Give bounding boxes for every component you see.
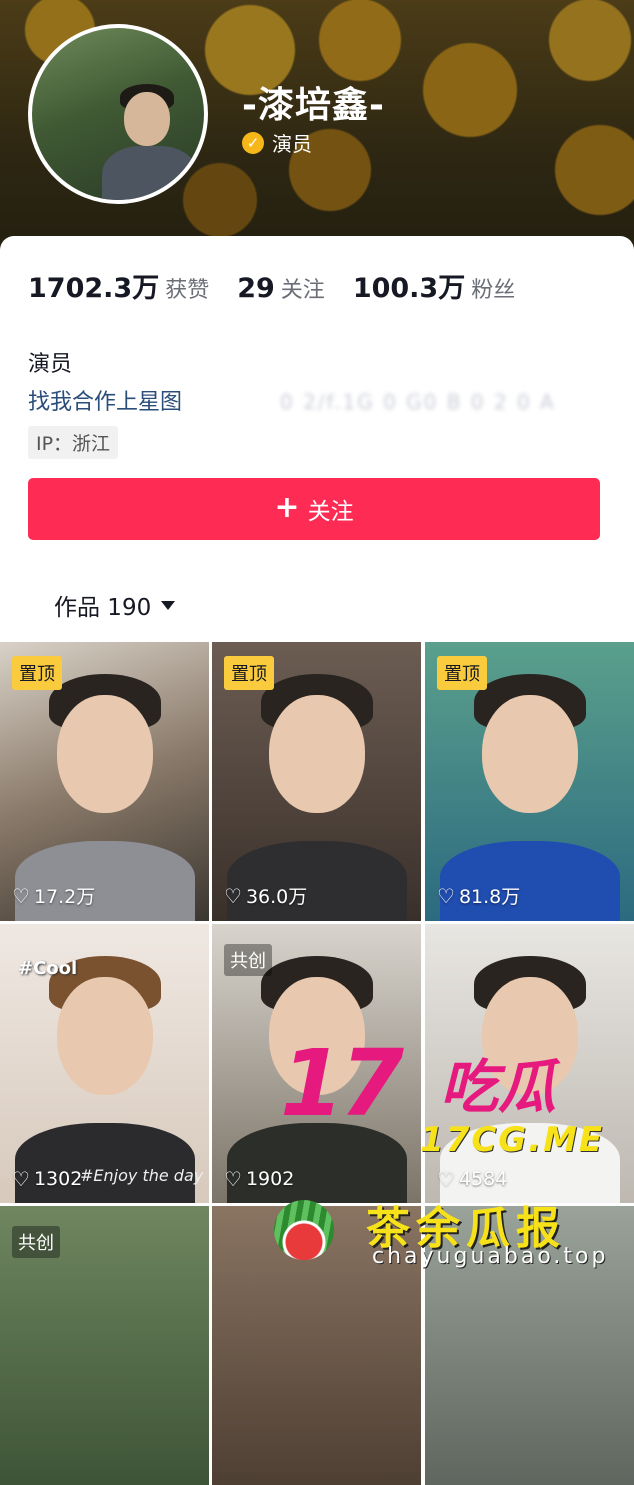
- stat-label: 获赞: [165, 278, 210, 303]
- stat-value: 29: [237, 273, 275, 304]
- avatar[interactable]: [28, 24, 208, 204]
- video-tile[interactable]: 共创: [0, 1206, 209, 1485]
- video-tile[interactable]: 置顶 ♡ 36.0万: [212, 642, 421, 921]
- like-count: ♡ 17.2万: [12, 883, 96, 909]
- heart-icon: ♡: [437, 883, 455, 908]
- like-count: ♡ 81.8万: [437, 883, 521, 909]
- video-grid: 置顶 ♡ 17.2万 置顶 ♡ 36.0万 置顶 ♡ 81.8万 #Cool #Enj…: [0, 642, 634, 1485]
- watermark-17: 17: [280, 1030, 404, 1137]
- video-caption: #Cool: [18, 958, 78, 979]
- follow-label: 关注: [307, 499, 354, 525]
- heart-icon: ♡: [224, 1167, 242, 1191]
- watermark-chigua: 吃瓜: [440, 1053, 557, 1121]
- like-count: ♡ 4584: [437, 1167, 508, 1191]
- blurred-text: 0 2/f.1G 0 G0 B 0 2 0 A: [280, 390, 556, 414]
- video-tile[interactable]: 置顶 ♡ 81.8万: [425, 642, 634, 921]
- video-tile[interactable]: #Cool #Enjoy the day ♡ 1302: [0, 924, 209, 1203]
- watermark-domain: 17CG.ME: [420, 1120, 605, 1160]
- works-label: 作品 190: [54, 595, 152, 621]
- verification-label: 演员: [272, 132, 312, 156]
- like-count: ♡ 36.0万: [224, 883, 308, 909]
- stat-followers[interactable]: 100.3万 粉丝: [353, 266, 515, 305]
- stat-value: 1702.3万: [28, 273, 160, 304]
- watermelon-icon: [274, 1200, 334, 1260]
- pinned-badge: 置顶: [437, 656, 487, 690]
- heart-icon: ♡: [12, 883, 30, 908]
- stats-row: 1702.3万 获赞 29 关注 100.3万 粉丝: [28, 266, 543, 305]
- follow-button[interactable]: + 关注: [28, 478, 600, 540]
- profile-name: -漆培鑫-: [242, 85, 385, 126]
- stat-label: 粉丝: [471, 278, 516, 303]
- watermark-url: chayuguabao.top: [372, 1244, 609, 1269]
- verification-row: ✓ 演员: [242, 128, 312, 157]
- works-tab[interactable]: 作品 190: [54, 588, 176, 622]
- stat-value: 100.3万: [352, 273, 466, 304]
- heart-icon: ♡: [224, 883, 242, 908]
- like-count: ♡ 1302: [12, 1167, 83, 1191]
- stat-following[interactable]: 29 关注: [237, 272, 325, 304]
- bio-line: 演员: [28, 352, 73, 377]
- plus-icon: +: [274, 490, 300, 525]
- video-tile[interactable]: 置顶 ♡ 17.2万: [0, 642, 209, 921]
- collab-badge: 共创: [12, 1226, 60, 1258]
- caret-down-icon: [161, 600, 176, 610]
- stat-likes[interactable]: 1702.3万 获赞: [28, 266, 209, 305]
- profile-card: 1702.3万 获赞 29 关注 100.3万 粉丝 演员 找我合作上星图 0 …: [0, 236, 634, 642]
- collab-badge: 共创: [224, 944, 272, 976]
- bio-link[interactable]: 找我合作上星图: [28, 384, 182, 416]
- video-caption: #Enjoy the day: [80, 1166, 204, 1185]
- like-count: ♡ 1902: [224, 1167, 295, 1191]
- check-badge-icon: ✓: [242, 131, 264, 154]
- pinned-badge: 置顶: [12, 656, 62, 690]
- ip-location: IP：浙江: [28, 426, 119, 459]
- heart-icon: ♡: [437, 1167, 455, 1191]
- heart-icon: ♡: [12, 1167, 30, 1191]
- stat-label: 关注: [280, 278, 325, 303]
- pinned-badge: 置顶: [224, 656, 274, 690]
